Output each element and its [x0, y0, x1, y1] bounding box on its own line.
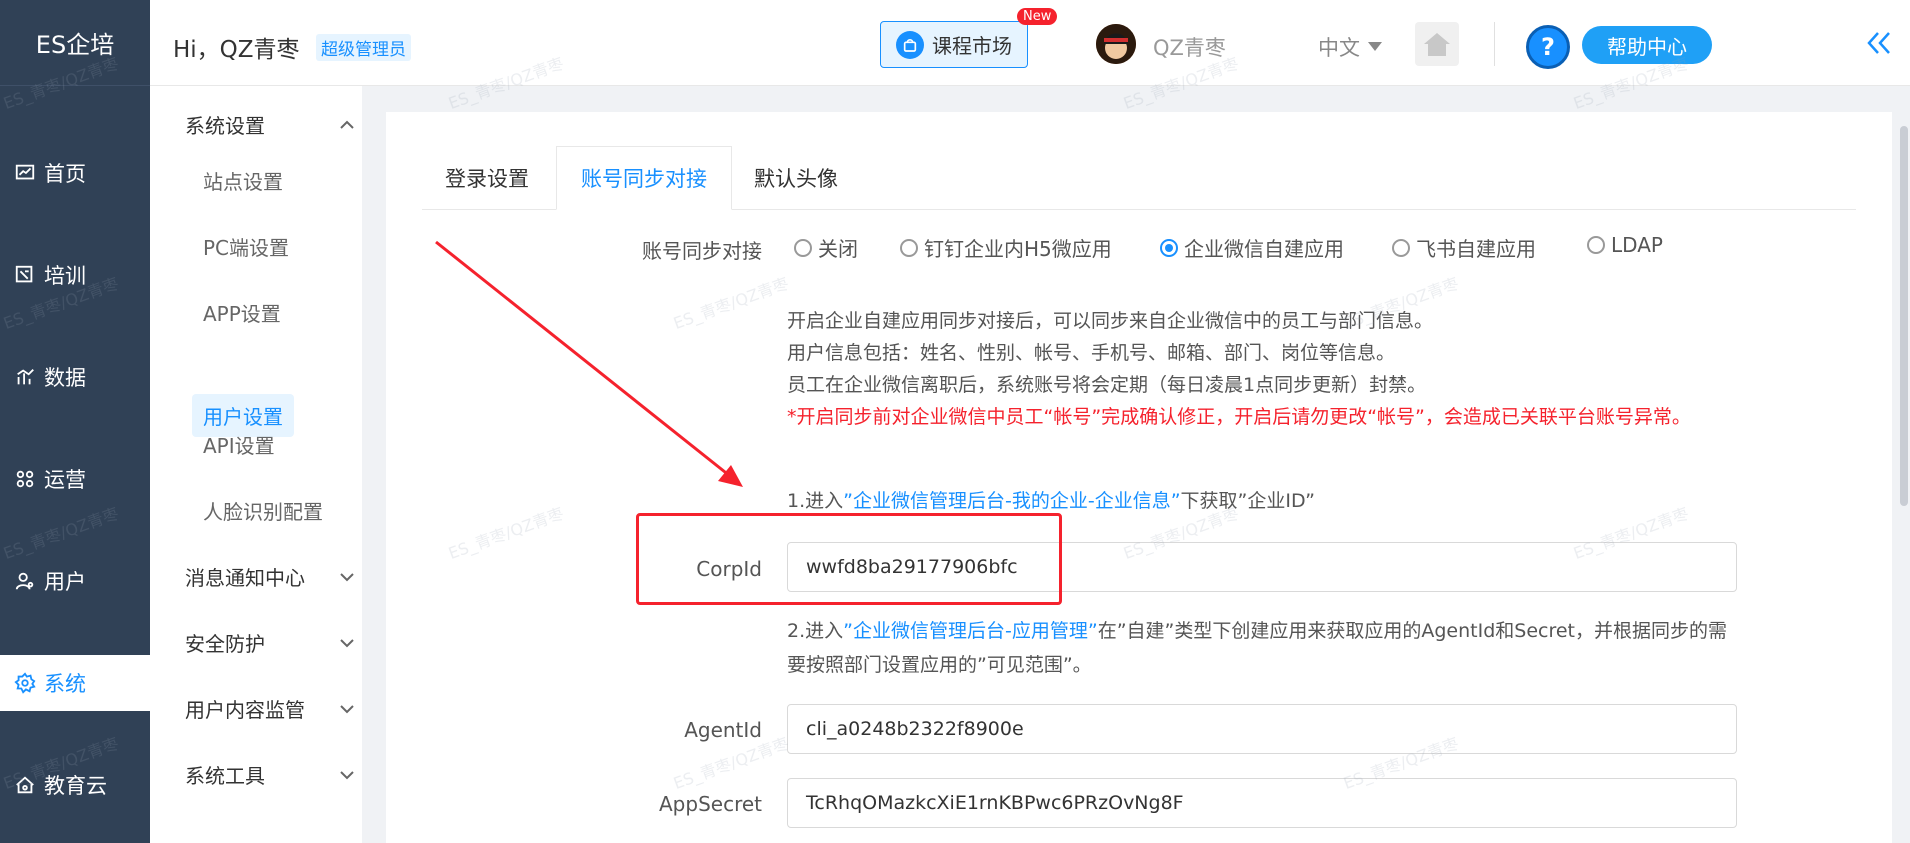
nav-user[interactable]: 用户 — [0, 553, 150, 609]
shopping-bag-icon — [896, 30, 924, 59]
role-badge: 超级管理员 — [316, 34, 411, 61]
wecom-app-management-link[interactable]: ”企业微信管理后台-应用管理” — [843, 620, 1098, 642]
radio-circle — [1392, 238, 1410, 257]
help-center-button[interactable]: 帮助中心 — [1582, 26, 1712, 64]
data-icon — [17, 369, 34, 385]
page-scrollbar[interactable] — [1898, 86, 1910, 843]
tab-account-sync[interactable]: 账号同步对接 — [556, 146, 732, 210]
agentid-input[interactable]: cli_a0248b2322f8900e — [787, 704, 1737, 754]
scrollbar-thumb[interactable] — [1900, 126, 1908, 506]
sync-label: 账号同步对接 — [642, 239, 762, 263]
subnav-group-notify[interactable]: 消息通知中心 — [185, 562, 355, 591]
cloud-icon — [16, 776, 34, 794]
wecom-enterprise-info-link[interactable]: ”企业微信管理后台-我的企业-企业信息” — [843, 490, 1180, 512]
corpid-input[interactable]: wwfd8ba29177906bfc — [787, 542, 1737, 592]
subnav-group-security[interactable]: 安全防护 — [185, 628, 355, 657]
agentid-label: AgentId — [684, 718, 762, 742]
course-market-button[interactable]: 课程市场 — [880, 21, 1028, 68]
radio-circle — [900, 238, 918, 257]
subnav-item-pc[interactable]: PC端设置 — [203, 232, 289, 261]
step-2: 2.进入”企业微信管理后台-应用管理”在”自建”类型下创建应用来获取应用的Age… — [787, 620, 1728, 676]
nav-edu-cloud[interactable]: 教育云 — [0, 757, 150, 813]
chevron-down-icon — [340, 638, 354, 647]
radio-circle — [1160, 238, 1178, 257]
subnav-item-site[interactable]: 站点设置 — [203, 166, 283, 195]
appsecret-input[interactable]: TcRhqOMazkcXiE1rnKBPwc6PRzOvNg8F — [787, 778, 1737, 828]
gear-icon — [14, 672, 36, 694]
nav-operation[interactable]: 运营 — [0, 451, 150, 507]
radio-feishu[interactable]: 飞书自建应用 — [1392, 233, 1536, 262]
chevron-down-icon — [340, 770, 354, 779]
chevron-down-icon — [340, 704, 354, 713]
info-line-1: 开启企业自建应用同步对接后，可以同步来自企业微信中的员工与部门信息。 — [787, 310, 1434, 332]
chevron-down-icon — [340, 572, 354, 581]
caret-down-icon — [1368, 42, 1382, 51]
warning-text: *开启同步前对企业微信中员工“帐号”完成确认修正，开启后请勿更改“帐号”，会造成… — [787, 406, 1691, 428]
brand-logo: ES企培 — [0, 0, 150, 86]
avatar[interactable] — [1096, 24, 1136, 64]
language-select[interactable]: 中文 — [1318, 32, 1382, 62]
greeting-text: Hi，QZ青枣 — [173, 37, 300, 63]
tab-default-avatar[interactable]: 默认头像 — [736, 146, 856, 210]
radio-circle — [1587, 236, 1605, 254]
radio-dingtalk[interactable]: 钉钉企业内H5微应用 — [900, 233, 1112, 262]
operation-icon — [16, 470, 34, 488]
radio-circle — [794, 238, 812, 257]
nav-training[interactable]: 培训 — [0, 247, 150, 303]
new-badge: New — [1017, 8, 1058, 25]
nav-data[interactable]: 数据 — [0, 349, 150, 405]
username[interactable]: QZ青枣 — [1153, 32, 1226, 62]
content-card: 登录设置 账号同步对接 默认头像 账号同步对接 关闭 钉钉企业内H5微应用 企业… — [386, 112, 1892, 843]
nav-home[interactable]: 首页 — [0, 145, 150, 201]
home-button[interactable] — [1415, 22, 1459, 66]
radio-off[interactable]: 关闭 — [794, 233, 858, 262]
double-chevron-left-icon[interactable] — [1864, 28, 1894, 58]
radio-wecom[interactable]: 企业微信自建应用 — [1160, 233, 1344, 262]
info-line-3: 员工在企业微信离职后，系统账号将会定期（每日凌晨1点同步更新）封禁。 — [787, 374, 1427, 396]
corpid-label: CorpId — [696, 557, 762, 581]
subnav-item-face[interactable]: 人脸识别配置 — [203, 496, 323, 525]
info-line-2: 用户信息包括：姓名、性别、帐号、手机号、邮箱、部门、岗位等信息。 — [787, 342, 1396, 364]
chart-icon — [15, 164, 35, 180]
subnav-item-app[interactable]: APP设置 — [203, 298, 281, 327]
subnav-item-api[interactable]: API设置 — [203, 430, 275, 459]
user-icon — [15, 572, 34, 590]
step-1: 1.进入”企业微信管理后台-我的企业-企业信息”下获取”企业ID” — [787, 490, 1315, 512]
training-icon — [15, 265, 33, 283]
top-header: Hi，QZ青枣 超级管理员 课程市场 New QZ青枣 中文 ? 帮助中心 — [150, 0, 1910, 86]
tab-login-settings[interactable]: 登录设置 — [422, 146, 552, 210]
radio-ldap[interactable]: LDAP — [1587, 233, 1663, 257]
appsecret-label: AppSecret — [659, 792, 762, 816]
secondary-nav: 系统设置 站点设置 PC端设置 APP设置 用户设置 API设置 人脸识别配置 … — [150, 86, 362, 843]
left-sidebar: ES企培 首页 培训 数据 运营 用户 系统 教育云 — [0, 0, 150, 843]
question-icon[interactable]: ? — [1526, 25, 1570, 69]
subnav-group-system[interactable]: 系统设置 — [185, 110, 355, 139]
chevron-up-icon — [340, 120, 354, 129]
header-divider — [1494, 22, 1495, 66]
subnav-group-content[interactable]: 用户内容监管 — [185, 694, 355, 723]
home-icon — [1424, 33, 1450, 56]
nav-system[interactable]: 系统 — [0, 655, 150, 711]
subnav-group-tools[interactable]: 系统工具 — [185, 760, 355, 789]
